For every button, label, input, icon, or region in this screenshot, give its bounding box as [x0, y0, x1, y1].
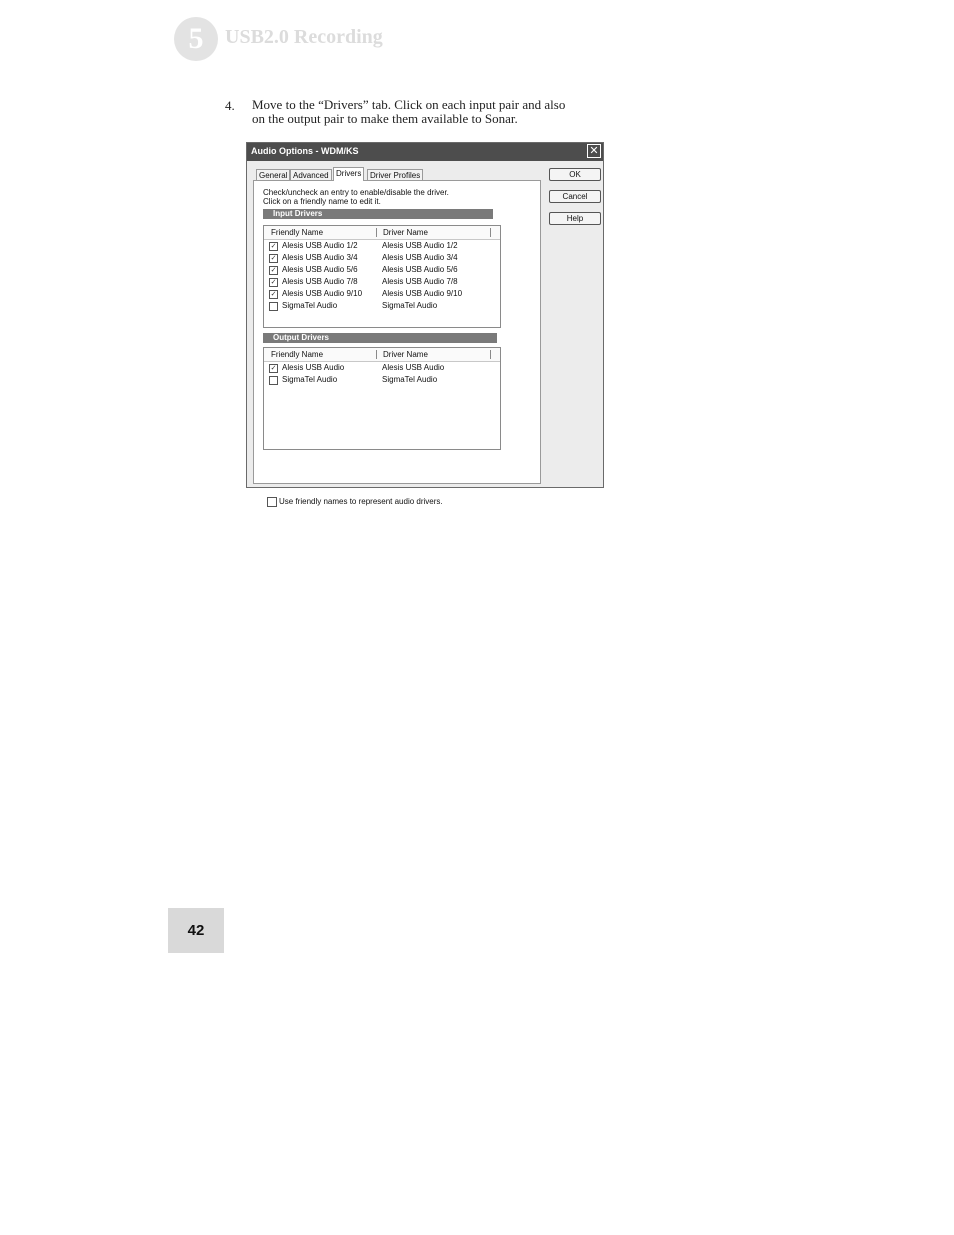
audio-options-dialog: Audio Options - WDM/KS ✕ General Advance…: [246, 142, 604, 507]
driver-checkbox[interactable]: ✓: [269, 364, 278, 373]
output-drivers-header: Output Drivers: [263, 333, 497, 343]
step-text: Move to the “Drivers” tab. Click on each…: [252, 98, 597, 126]
friendly-name-cell[interactable]: Alesis USB Audio: [282, 363, 344, 372]
list-item[interactable]: SigmaTel Audio SigmaTel Audio: [264, 374, 500, 386]
column-separator: [490, 228, 491, 237]
tab-general[interactable]: General: [256, 169, 291, 180]
cancel-button[interactable]: Cancel: [549, 190, 601, 203]
drivers-tab-panel: Check/uncheck an entry to enable/disable…: [253, 180, 541, 507]
page-number: 42: [168, 908, 224, 953]
driver-name-cell: Alesis USB Audio 5/6: [382, 265, 458, 274]
column-separator: [490, 350, 491, 359]
help-button[interactable]: Help: [549, 212, 601, 225]
input-drivers-header: Input Drivers: [263, 209, 493, 219]
list-item[interactable]: ✓ Alesis USB Audio Alesis USB Audio: [264, 362, 500, 374]
friendly-name-cell[interactable]: Alesis USB Audio 1/2: [282, 241, 358, 250]
friendly-name-cell[interactable]: SigmaTel Audio: [282, 301, 337, 310]
column-friendly-name[interactable]: Friendly Name: [271, 228, 323, 237]
list-item[interactable]: SigmaTel Audio SigmaTel Audio: [264, 300, 500, 312]
instruction-line-1: Check/uncheck an entry to enable/disable…: [263, 188, 449, 197]
list-item[interactable]: ✓ Alesis USB Audio 3/4 Alesis USB Audio …: [264, 252, 500, 264]
driver-checkbox[interactable]: ✓: [269, 278, 278, 287]
driver-name-cell: Alesis USB Audio 7/8: [382, 277, 458, 286]
list-item[interactable]: ✓ Alesis USB Audio 9/10 Alesis USB Audio…: [264, 288, 500, 300]
driver-checkbox[interactable]: ✓: [269, 266, 278, 275]
instruction-line-2: Click on a friendly name to edit it.: [263, 197, 381, 206]
column-driver-name[interactable]: Driver Name: [383, 228, 428, 237]
step-line-1: Move to the “Drivers” tab. Click on each…: [252, 97, 566, 112]
driver-name-cell: Alesis USB Audio 3/4: [382, 253, 458, 262]
tab-driver-profiles[interactable]: Driver Profiles: [367, 169, 424, 180]
step-line-2: on the output pair to make them availabl…: [252, 111, 518, 126]
chapter-number-badge: 5: [174, 17, 218, 61]
column-friendly-name[interactable]: Friendly Name: [271, 350, 323, 359]
friendly-name-cell[interactable]: SigmaTel Audio: [282, 375, 337, 384]
friendly-name-cell[interactable]: Alesis USB Audio 9/10: [282, 289, 362, 298]
friendly-name-cell[interactable]: Alesis USB Audio 3/4: [282, 253, 358, 262]
input-drivers-list[interactable]: Friendly Name Driver Name ✓ Alesis USB A…: [263, 225, 501, 328]
driver-checkbox[interactable]: [269, 302, 278, 311]
ok-button[interactable]: OK: [549, 168, 601, 181]
tab-advanced[interactable]: Advanced: [290, 169, 332, 180]
driver-name-cell: SigmaTel Audio: [382, 301, 438, 310]
driver-checkbox[interactable]: ✓: [269, 254, 278, 263]
list-item[interactable]: ✓ Alesis USB Audio 1/2 Alesis USB Audio …: [264, 240, 500, 252]
friendly-name-cell[interactable]: Alesis USB Audio 7/8: [282, 277, 358, 286]
column-separator: [376, 228, 377, 237]
driver-checkbox[interactable]: [269, 376, 278, 385]
step-number: 4.: [225, 98, 235, 113]
list-item[interactable]: ✓ Alesis USB Audio 7/8 Alesis USB Audio …: [264, 276, 500, 288]
driver-name-cell: SigmaTel Audio: [382, 375, 438, 384]
close-icon[interactable]: ✕: [587, 144, 601, 158]
output-list-header: Friendly Name Driver Name: [264, 348, 500, 362]
input-list-header: Friendly Name Driver Name: [264, 226, 500, 240]
driver-checkbox[interactable]: ✓: [269, 242, 278, 251]
friendly-name-cell[interactable]: Alesis USB Audio 5/6: [282, 265, 358, 274]
friendly-names-checkbox[interactable]: [267, 497, 277, 507]
driver-checkbox[interactable]: ✓: [269, 290, 278, 299]
chapter-title: USB2.0 Recording: [225, 26, 383, 48]
dialog-title: Audio Options - WDM/KS: [251, 146, 359, 156]
column-separator: [376, 350, 377, 359]
friendly-names-label[interactable]: Use friendly names to represent audio dr…: [279, 497, 443, 506]
driver-name-cell: Alesis USB Audio 9/10: [382, 289, 463, 298]
driver-name-cell: Alesis USB Audio 1/2: [382, 241, 458, 250]
tab-drivers[interactable]: Drivers: [333, 167, 365, 181]
column-driver-name[interactable]: Driver Name: [383, 350, 428, 359]
driver-name-cell: Alesis USB Audio: [382, 363, 445, 372]
output-drivers-list[interactable]: Friendly Name Driver Name ✓ Alesis USB A…: [263, 347, 501, 450]
dialog-titlebar: Audio Options - WDM/KS ✕: [247, 143, 603, 161]
list-item[interactable]: ✓ Alesis USB Audio 5/6 Alesis USB Audio …: [264, 264, 500, 276]
